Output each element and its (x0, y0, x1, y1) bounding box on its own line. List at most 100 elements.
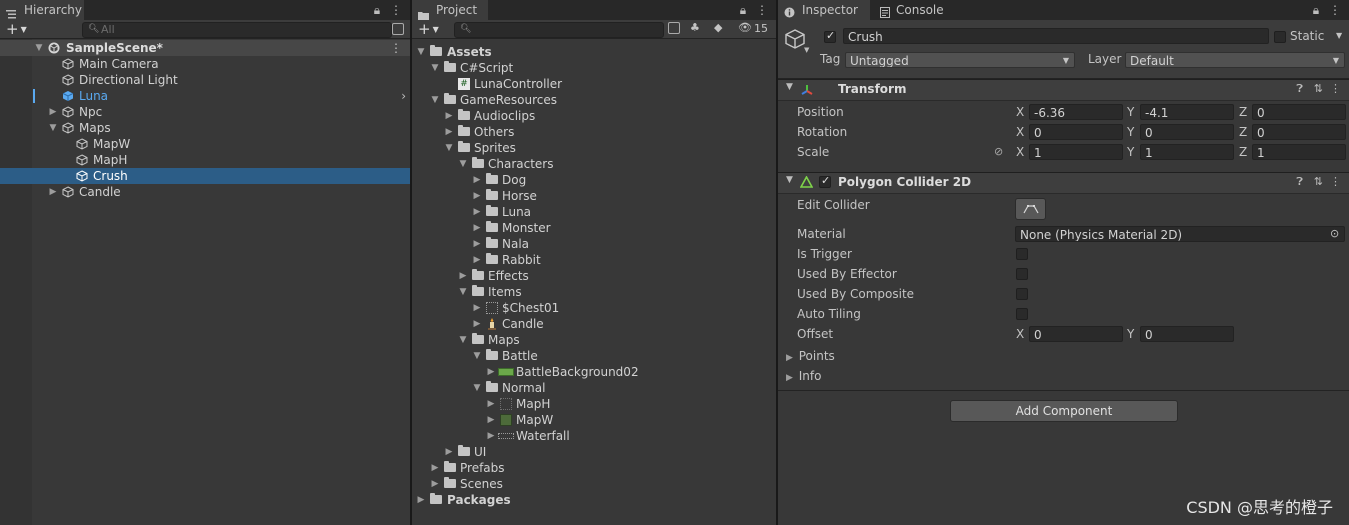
project-item-effects[interactable]: ▶ Effects (412, 268, 776, 284)
project-item-mapw[interactable]: ▶ MapW (412, 412, 776, 428)
tab-hierarchy[interactable]: Hierarchy (0, 0, 84, 20)
scene-visibility-icon[interactable] (392, 23, 404, 35)
transform-header[interactable]: ▼ Transform ❓︎ ⇅ ⋮ (778, 79, 1349, 101)
project-item-sprites[interactable]: ▼ Sprites (412, 140, 776, 156)
scale-y-field[interactable]: 1 (1140, 144, 1234, 160)
offset-x-field[interactable]: 0 (1029, 326, 1123, 342)
hierarchy-item-npc[interactable]: ▶ Npc (0, 104, 410, 120)
hierarchy-item-directional-light[interactable]: Directional Light (0, 72, 410, 88)
rotation-x-label[interactable]: X (1016, 125, 1024, 139)
expand-arrow-icon[interactable]: ▶ (430, 460, 440, 476)
scene-row[interactable]: ▼ SampleScene* ⋮ (0, 40, 410, 56)
rotation-y-label[interactable]: Y (1127, 125, 1134, 139)
collapse-arrow-icon[interactable]: ▼ (786, 175, 793, 185)
presets-icon[interactable]: ⇅ (1314, 175, 1323, 188)
expand-arrow-icon[interactable]: ▶ (472, 236, 482, 252)
collapse-arrow-icon[interactable]: ▼ (430, 92, 440, 108)
project-search-input[interactable]: 🔍︎ (454, 22, 664, 38)
project-item-ui[interactable]: ▶ UI (412, 444, 776, 460)
project-item-waterfall[interactable]: ▶ Waterfall (412, 428, 776, 444)
expand-arrow-icon[interactable]: ▶ (444, 124, 454, 140)
expand-arrow-icon[interactable]: ▶ (458, 268, 468, 284)
scale-y-label[interactable]: Y (1127, 145, 1134, 159)
project-item-csscript[interactable]: ▼ C#Script (412, 60, 776, 76)
lock-icon[interactable]: 🔒︎ (740, 3, 746, 17)
collapse-arrow-icon[interactable]: ▼ (472, 348, 482, 364)
used-by-effector-checkbox[interactable] (1016, 268, 1028, 280)
component-more-icon[interactable]: ⋮ (1330, 175, 1341, 188)
offset-y-field[interactable]: 0 (1140, 326, 1234, 342)
expand-arrow-icon[interactable]: ▶ (444, 444, 454, 460)
project-item-battlebackground02[interactable]: ▶ BattleBackground02 (412, 364, 776, 380)
hierarchy-item-crush[interactable]: Crush (0, 168, 410, 184)
position-z-field[interactable]: 0 (1252, 104, 1346, 120)
project-item-normal[interactable]: ▼ Normal (412, 380, 776, 396)
icon-dropdown-caret-icon[interactable]: ▼ (804, 46, 809, 54)
hidden-packages-icon[interactable]: 👁︎ (738, 21, 752, 34)
expand-arrow-icon[interactable]: ▶ (786, 353, 793, 363)
expand-arrow-icon[interactable]: ▶ (472, 252, 482, 268)
hierarchy-item-maph[interactable]: MapH (0, 152, 410, 168)
tab-project[interactable]: Project (412, 0, 488, 20)
more-icon[interactable]: ⋮ (756, 3, 768, 17)
project-item-assets[interactable]: ▼ Assets (412, 44, 776, 60)
expand-arrow-icon[interactable]: ▶ (472, 300, 482, 316)
project-item-maph[interactable]: ▶ MapH (412, 396, 776, 412)
scene-more-icon[interactable]: ⋮ (390, 40, 402, 56)
expand-arrow-icon[interactable]: ▶ (472, 220, 482, 236)
project-item-chest01[interactable]: ▶ $Chest01 (412, 300, 776, 316)
project-item-candle[interactable]: ▶ Candle (412, 316, 776, 332)
expand-arrow-icon[interactable]: ▶ (472, 172, 482, 188)
project-item-gameresources[interactable]: ▼ GameResources (412, 92, 776, 108)
expand-arrow-icon[interactable]: ▶ (48, 184, 58, 200)
used-by-composite-checkbox[interactable] (1016, 288, 1028, 300)
hierarchy-item-luna[interactable]: Luna › (0, 88, 410, 104)
rotation-x-field[interactable]: 0 (1029, 124, 1123, 140)
expand-arrow-icon[interactable]: ▶ (444, 108, 454, 124)
project-item-prefabs[interactable]: ▶ Prefabs (412, 460, 776, 476)
project-item-scenes[interactable]: ▶ Scenes (412, 476, 776, 492)
info-foldout[interactable]: ▶ Info (786, 367, 821, 385)
lock-icon[interactable]: 🔒︎ (1313, 3, 1319, 17)
position-x-field[interactable]: -6.36 (1029, 104, 1123, 120)
hierarchy-item-candle[interactable]: ▶ Candle (0, 184, 410, 200)
expand-arrow-icon[interactable]: ▶ (472, 204, 482, 220)
collapse-arrow-icon[interactable]: ▼ (430, 60, 440, 76)
project-item-others[interactable]: ▶ Others (412, 124, 776, 140)
more-icon[interactable]: ⋮ (1329, 3, 1341, 17)
expand-arrow-icon[interactable]: ▶ (430, 476, 440, 492)
project-item-items[interactable]: ▼ Items (412, 284, 776, 300)
tag-dropdown[interactable]: Untagged (845, 52, 1075, 68)
collapse-arrow-icon[interactable]: ▼ (472, 380, 482, 396)
points-foldout[interactable]: ▶ Points (786, 347, 835, 365)
rotation-z-field[interactable]: 0 (1252, 124, 1346, 140)
collapse-arrow-icon[interactable]: ▼ (458, 284, 468, 300)
tab-console[interactable]: Console (872, 0, 956, 20)
position-x-label[interactable]: X (1016, 105, 1024, 119)
position-y-field[interactable]: -4.1 (1140, 104, 1234, 120)
active-checkbox[interactable] (824, 29, 836, 43)
position-z-label[interactable]: Z (1239, 105, 1247, 119)
help-icon[interactable]: ❓︎ (1296, 82, 1303, 96)
object-name-input[interactable]: Crush (843, 28, 1269, 44)
gameobject-large-cube-icon[interactable] (784, 28, 806, 53)
static-checkbox[interactable] (1274, 31, 1286, 43)
expand-arrow-icon[interactable]: ▶ (472, 188, 482, 204)
filter-by-label-icon[interactable]: ◆ (714, 21, 722, 34)
hierarchy-search-input[interactable]: 🔍︎ All (82, 22, 392, 38)
expand-arrow-icon[interactable]: ▶ (472, 316, 482, 332)
expand-arrow-icon[interactable]: ▶ (486, 428, 496, 444)
expand-arrow-icon[interactable]: ▶ (48, 104, 58, 120)
auto-tiling-checkbox[interactable] (1016, 308, 1028, 320)
project-item-lunacontroller[interactable]: # LunaController (412, 76, 776, 92)
search-by-type-icon[interactable] (668, 22, 680, 34)
help-icon[interactable]: ❓︎ (1296, 175, 1303, 189)
expand-arrow-icon[interactable]: ▶ (786, 373, 793, 383)
expand-arrow-icon[interactable]: ▼ (34, 40, 44, 56)
expand-arrow-icon[interactable]: ▶ (416, 492, 426, 508)
constrain-proportions-icon[interactable]: ⊘ (994, 145, 1003, 158)
edit-collider-button[interactable] (1015, 198, 1046, 220)
expand-arrow-icon[interactable]: ▶ (486, 412, 496, 428)
offset-y-label[interactable]: Y (1127, 327, 1134, 341)
rotation-z-label[interactable]: Z (1239, 125, 1247, 139)
